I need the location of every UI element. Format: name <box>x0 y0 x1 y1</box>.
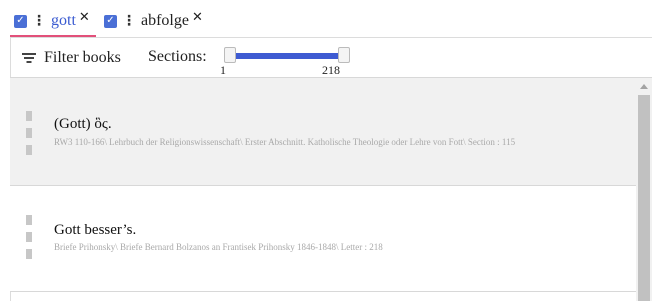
filter-books-button[interactable]: Filter books <box>22 49 121 67</box>
result-title: Gott besser’s. <box>54 222 137 238</box>
kebab-icon[interactable]: ⋮ <box>32 13 46 29</box>
drag-handle-icon[interactable] <box>26 215 32 259</box>
checkbox-icon[interactable]: ✓ <box>104 14 117 28</box>
tab-bar: ✓ ⋮ gott ✕ ✓ ⋮ abfolge ✕ <box>0 0 652 38</box>
slider-track <box>228 53 340 59</box>
tab-abfolge[interactable]: ✓ ⋮ abfolge ✕ <box>104 8 203 34</box>
result-meta: RW3 110-166\ Lehrbuch der Religionswisse… <box>54 137 516 147</box>
results-list: (Gott) ὃς. RW3 110-166\ Lehrbuch der Rel… <box>10 78 636 301</box>
result-title: (Gott) ὃς. <box>54 116 112 132</box>
checkbox-icon[interactable]: ✓ <box>14 14 27 28</box>
tab-label: gott <box>51 12 76 29</box>
list-item[interactable]: (Gott) ὃς. RW3 110-166\ Lehrbuch der Rel… <box>10 78 636 186</box>
scrollbar[interactable] <box>636 78 652 301</box>
drag-handle-icon[interactable] <box>26 111 32 155</box>
list-item[interactable]: Gott besser’s. Briefe Prihonsky\ Briefe … <box>10 186 636 292</box>
slider-max-handle[interactable] <box>338 47 350 63</box>
kebab-icon[interactable]: ⋮ <box>122 13 136 29</box>
result-meta: Briefe Prihonsky\ Briefe Bernard Bolzano… <box>54 242 383 252</box>
slider-min-value: 1 <box>220 63 226 77</box>
slider-min-handle[interactable] <box>224 47 236 63</box>
tab-gott[interactable]: ✓ ⋮ gott ✕ <box>14 8 90 34</box>
slider-max-value: 218 <box>322 63 340 77</box>
tab-label: abfolge <box>141 12 189 29</box>
scroll-up-icon[interactable] <box>640 84 648 89</box>
close-icon[interactable]: ✕ <box>192 10 203 25</box>
filter-icon <box>22 52 36 64</box>
filter-books-label: Filter books <box>44 49 121 66</box>
scrollbar-thumb[interactable] <box>638 95 650 301</box>
filter-bar: Filter books Sections: 1 218 <box>10 38 652 78</box>
close-icon[interactable]: ✕ <box>79 10 90 25</box>
sections-range-slider[interactable]: 1 218 <box>220 47 350 77</box>
sections-label: Sections: <box>148 48 207 65</box>
